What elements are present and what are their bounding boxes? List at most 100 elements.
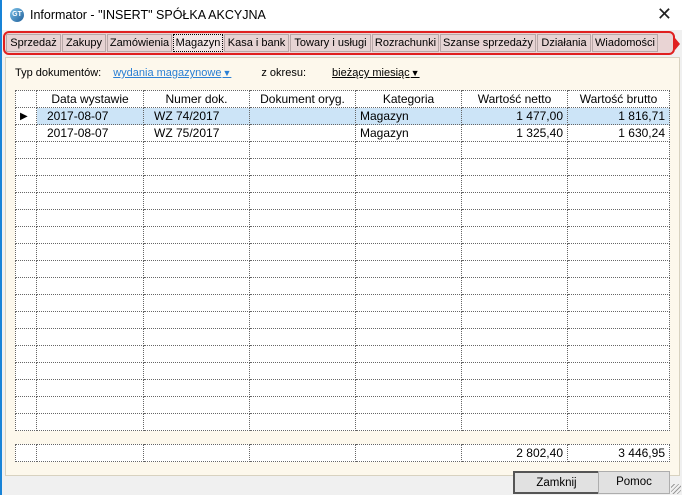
cell: [143, 158, 250, 176]
table-row[interactable]: ▶ 2017-08-07 WZ 74/2017 Magazyn 1 477,00 1 81…: [15, 107, 670, 125]
close-button[interactable]: Zamknij: [513, 471, 600, 494]
table-row[interactable]: [15, 209, 670, 227]
table-row[interactable]: [15, 328, 670, 346]
table-row[interactable]: [15, 141, 670, 159]
cell: [15, 226, 37, 244]
column-header[interactable]: Data wystawie: [36, 90, 144, 108]
cell: [355, 158, 462, 176]
cell: [567, 141, 670, 159]
dropdown-arrow-icon: ▼: [222, 68, 232, 78]
cell: [461, 175, 568, 193]
tab-towary-i-usługi[interactable]: Towary i usługi: [290, 34, 371, 52]
table-row[interactable]: [15, 396, 670, 414]
column-header[interactable]: Kategoria: [355, 90, 462, 108]
table-row[interactable]: [15, 379, 670, 397]
table-row[interactable]: 2017-08-07 WZ 75/2017 Magazyn 1 325,40 1 630…: [15, 124, 670, 142]
column-header[interactable]: Numer dok.: [143, 90, 250, 108]
total-gross: 3 446,95: [567, 444, 670, 462]
column-header[interactable]: Wartość netto: [461, 90, 568, 108]
cell: [461, 141, 568, 159]
documents-grid[interactable]: Data wystawie Numer dok. Dokument oryg. Kat…: [15, 90, 670, 431]
cell: [36, 294, 144, 312]
cell: [143, 362, 250, 380]
tab-magazyn[interactable]: Magazyn: [173, 34, 223, 52]
filters: Typ dokumentów: wydania magazynowe▼ z ok…: [15, 67, 420, 79]
table-row[interactable]: [15, 362, 670, 380]
cell: [36, 396, 144, 414]
cell: [249, 243, 356, 261]
cell: [143, 209, 250, 227]
column-header[interactable]: Dokument oryg.: [249, 90, 356, 108]
column-header[interactable]: Wartość brutto: [567, 90, 670, 108]
table-row[interactable]: [15, 226, 670, 244]
cell: [36, 175, 144, 193]
period-dropdown[interactable]: bieżący miesiąc▼: [332, 67, 420, 79]
tab-szanse-sprzedaży[interactable]: Szanse sprzedaży: [440, 34, 536, 52]
table-row[interactable]: [15, 192, 670, 210]
cell: [355, 311, 462, 329]
cell: [36, 379, 144, 397]
tab-wiadomości[interactable]: Wiadomości: [592, 34, 658, 52]
help-button[interactable]: Pomoc: [598, 471, 670, 494]
cell: [143, 141, 250, 159]
cell: [355, 277, 462, 295]
table-row[interactable]: [15, 175, 670, 193]
table-row[interactable]: [15, 311, 670, 329]
cell-date: 2017-08-07: [36, 124, 144, 142]
cell-orig: [249, 124, 356, 142]
cell: [36, 362, 144, 380]
cell: [461, 311, 568, 329]
cell: [143, 413, 250, 431]
cell: [567, 396, 670, 414]
column-header[interactable]: [15, 90, 37, 108]
tab-scroll-arrow-icon[interactable]: [675, 38, 680, 50]
tab-zakupy[interactable]: Zakupy: [62, 34, 106, 52]
cell: [461, 413, 568, 431]
totals-row: 2 802,40 3 446,95: [15, 444, 670, 462]
cell: [15, 175, 37, 193]
cell: [15, 124, 37, 142]
table-row[interactable]: [15, 158, 670, 176]
document-type-label: Typ dokumentów:: [15, 67, 102, 79]
cell: [143, 379, 250, 397]
cell-net: 1 325,40: [461, 124, 568, 142]
cell: [461, 226, 568, 244]
cell: [355, 209, 462, 227]
cell: [15, 345, 37, 363]
tab-kasa-i-bank[interactable]: Kasa i bank: [224, 34, 289, 52]
cell-gross: 1 816,71: [567, 107, 670, 125]
document-type-dropdown[interactable]: wydania magazynowe▼: [113, 67, 231, 79]
table-row[interactable]: [15, 277, 670, 295]
cell: [249, 277, 356, 295]
cell-net: 1 477,00: [461, 107, 568, 125]
cell: [36, 243, 144, 261]
cell: [461, 260, 568, 278]
cell: [143, 328, 250, 346]
cell: [249, 141, 356, 159]
cell: [15, 294, 37, 312]
tab-działania[interactable]: Działania: [537, 34, 591, 52]
cell: [567, 209, 670, 227]
cell: [461, 294, 568, 312]
cell: [355, 396, 462, 414]
cell: [249, 260, 356, 278]
resize-grip-icon[interactable]: [671, 484, 681, 494]
cell: [15, 362, 37, 380]
cell: [567, 243, 670, 261]
table-row[interactable]: [15, 260, 670, 278]
close-icon[interactable]: ✕: [657, 4, 672, 25]
cell-orig: [249, 107, 356, 125]
cell: [36, 158, 144, 176]
cell-number: WZ 75/2017: [143, 124, 250, 142]
table-row[interactable]: [15, 243, 670, 261]
cell: [143, 444, 250, 462]
cell: [355, 175, 462, 193]
tab-zamówienia[interactable]: Zamówienia: [107, 34, 172, 52]
cell: [36, 141, 144, 159]
table-row[interactable]: [15, 294, 670, 312]
table-row[interactable]: [15, 413, 670, 431]
tab-rozrachunki[interactable]: Rozrachunki: [372, 34, 439, 52]
table-row[interactable]: [15, 345, 670, 363]
document-type-value: wydania magazynowe: [113, 67, 222, 79]
tab-sprzedaż[interactable]: Sprzedaż: [6, 34, 61, 52]
